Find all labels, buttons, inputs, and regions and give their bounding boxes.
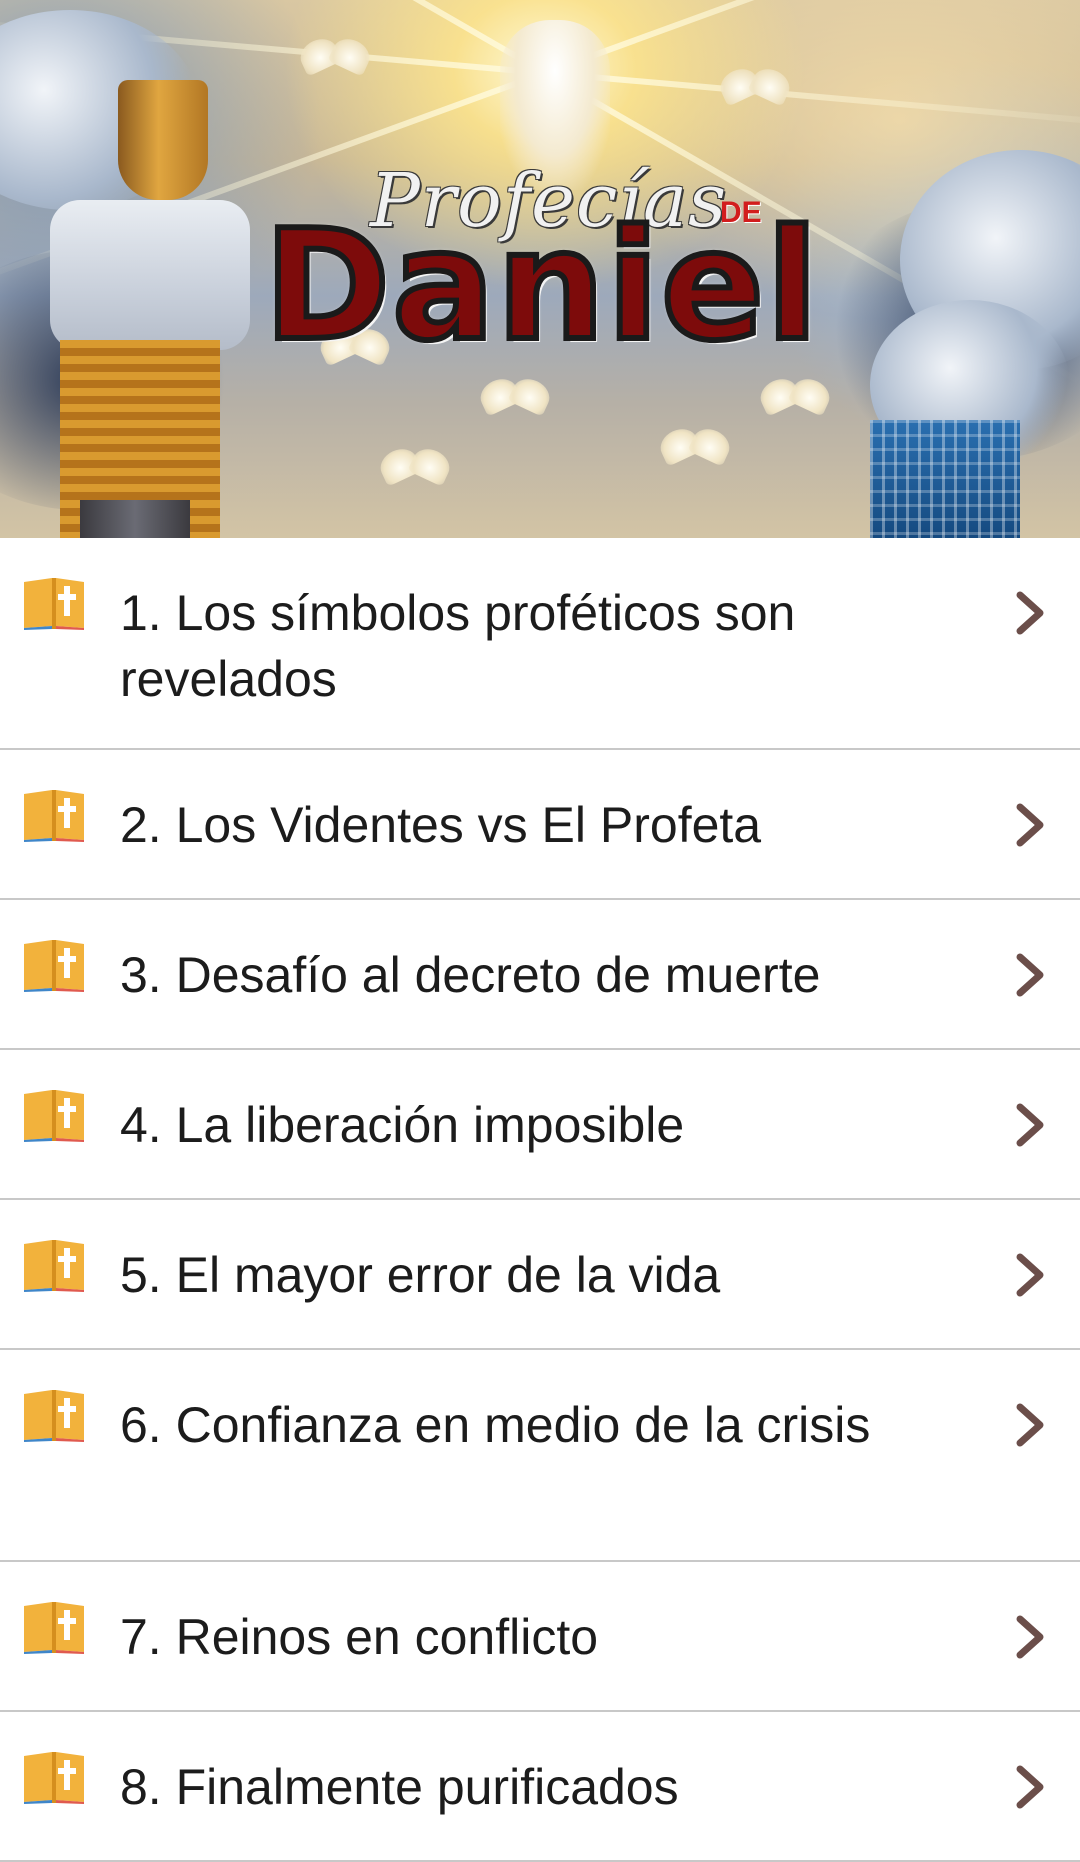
- list-item[interactable]: 4. La liberación imposible: [0, 1050, 1080, 1200]
- chevron-right-icon: [1016, 1253, 1044, 1297]
- bible-icon: [24, 1240, 84, 1292]
- list-item[interactable]: 2. Los Videntes vs El Profeta: [0, 750, 1080, 900]
- chapter-list: 1. Los símbolos proféticos son revelados…: [0, 538, 1080, 1862]
- list-item-label: 8. Finalmente purificados: [120, 1759, 679, 1815]
- list-item[interactable]: 7. Reinos en conflicto: [0, 1562, 1080, 1712]
- banner-title-main: Daniel: [261, 197, 821, 374]
- list-item-label: 5. El mayor error de la vida: [120, 1247, 721, 1303]
- chevron-right-icon: [1016, 1103, 1044, 1147]
- list-item-label: 3. Desafío al decreto de muerte: [120, 947, 821, 1003]
- list-item-label: 4. La liberación imposible: [120, 1097, 685, 1153]
- list-item-label: 2. Los Videntes vs El Profeta: [120, 797, 762, 853]
- chevron-right-icon: [1016, 1403, 1044, 1447]
- chevron-right-icon: [1016, 803, 1044, 847]
- bible-icon: [24, 1390, 84, 1442]
- chevron-right-icon: [1016, 1615, 1044, 1659]
- list-item-label: 1. Los símbolos proféticos son revelados: [120, 585, 796, 707]
- bible-icon: [24, 790, 84, 842]
- list-item[interactable]: 6. Confianza en medio de la crisis: [0, 1350, 1080, 1562]
- list-item-label: 6. Confianza en medio de la crisis: [120, 1397, 871, 1453]
- list-item-label: 7. Reinos en conflicto: [120, 1609, 599, 1665]
- bible-icon: [24, 1090, 84, 1142]
- bible-icon: [24, 1752, 84, 1804]
- golden-statue-illustration: [40, 80, 250, 538]
- chevron-right-icon: [1016, 953, 1044, 997]
- building-illustration: [870, 420, 1020, 538]
- list-item[interactable]: 8. Finalmente purificados: [0, 1712, 1080, 1862]
- list-item[interactable]: 3. Desafío al decreto de muerte: [0, 900, 1080, 1050]
- list-item[interactable]: 5. El mayor error de la vida: [0, 1200, 1080, 1350]
- chevron-right-icon: [1016, 591, 1044, 635]
- list-item[interactable]: 1. Los símbolos proféticos son revelados: [0, 538, 1080, 750]
- bible-icon: [24, 578, 84, 630]
- chevron-right-icon: [1016, 1765, 1044, 1809]
- header-banner: Profecías DE Daniel: [0, 0, 1080, 538]
- bible-icon: [24, 940, 84, 992]
- bible-icon: [24, 1602, 84, 1654]
